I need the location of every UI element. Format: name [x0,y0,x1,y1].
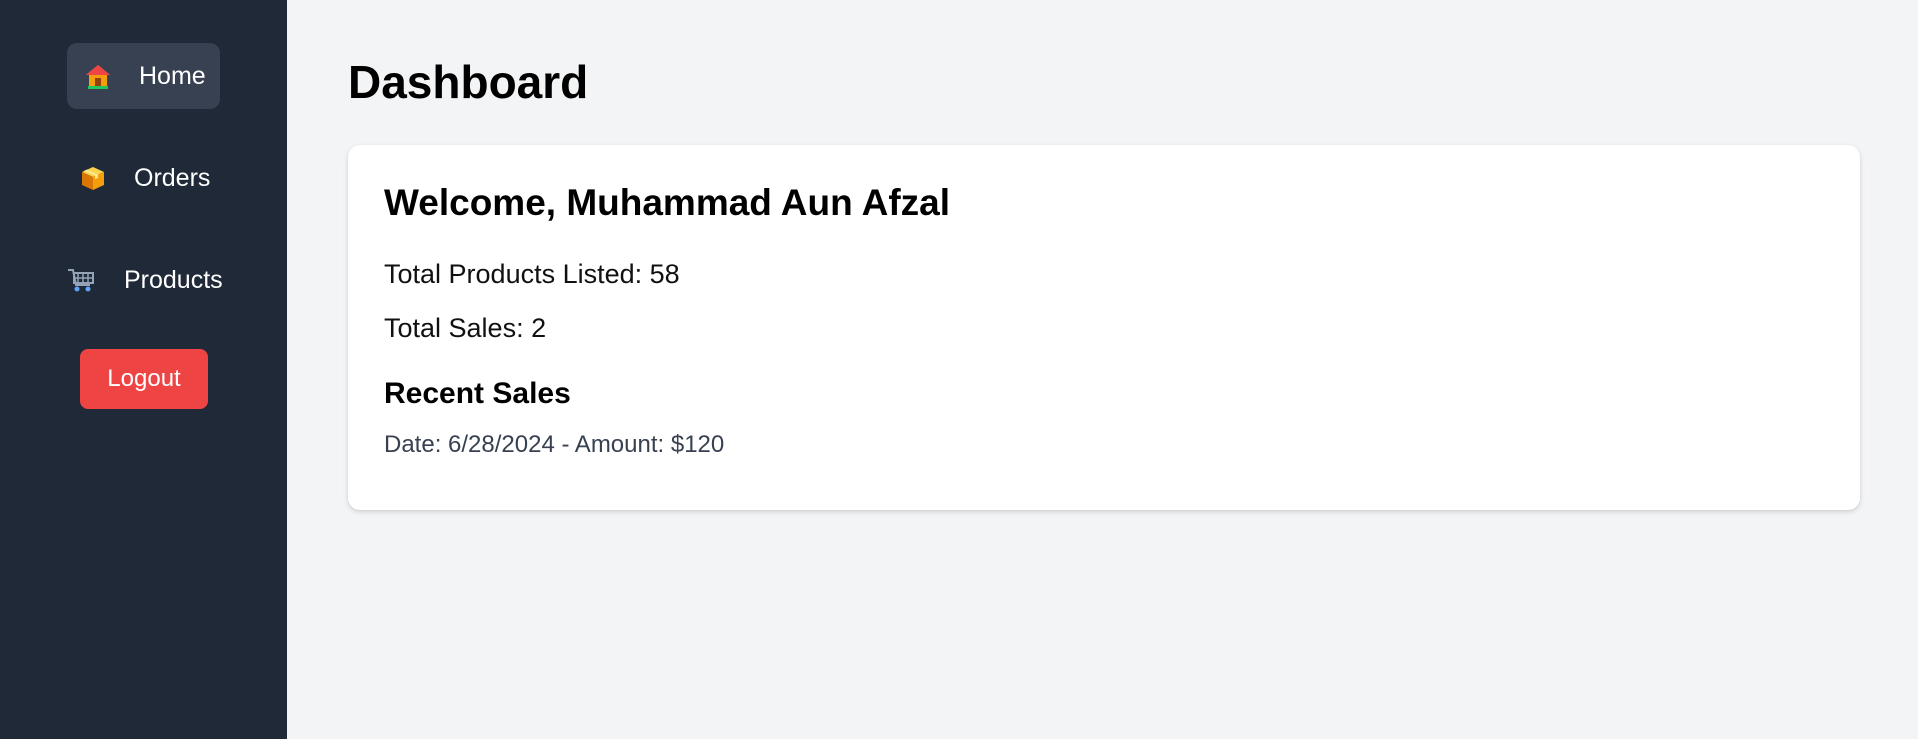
sidebar-item-products[interactable]: Products [54,247,234,313]
package-icon [78,163,108,193]
house-icon [83,61,113,91]
page-title: Dashboard [348,56,589,108]
sidebar-item-label: Home [139,61,206,90]
total-products-stat: Total Products Listed: 58 [384,259,680,289]
sidebar-item-label: Products [124,265,223,294]
welcome-heading: Welcome, Muhammad Aun Afzal [384,182,951,223]
shopping-cart-icon [66,265,96,295]
sidebar: Home Orders Products Logout [0,0,287,739]
recent-sales-heading: Recent Sales [384,377,571,410]
total-sales-stat: Total Sales: 2 [384,313,547,343]
welcome-card: Welcome, Muhammad Aun Afzal Total Produc… [348,145,1860,510]
logout-button[interactable]: Logout [80,349,208,409]
sidebar-item-orders[interactable]: Orders [67,145,220,211]
sidebar-item-home[interactable]: Home [67,43,220,109]
list-item: Date: 6/28/2024 - Amount: $120 [384,431,725,458]
sidebar-item-label: Orders [134,163,211,192]
